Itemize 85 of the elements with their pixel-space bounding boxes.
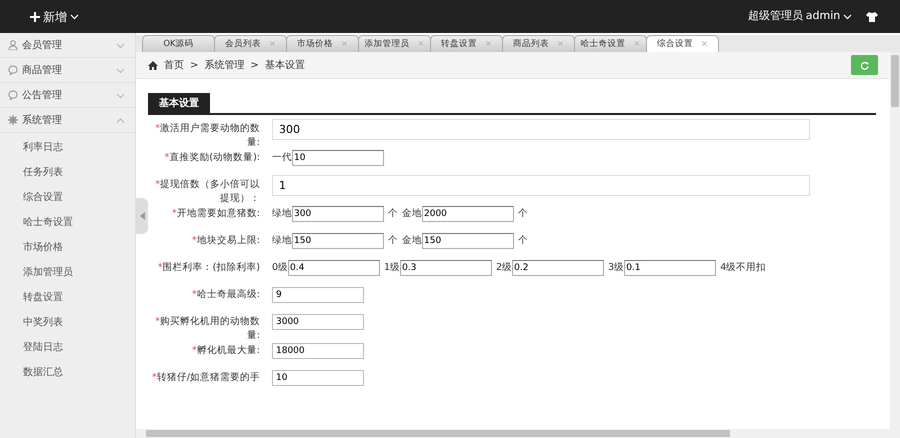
input-field[interactable]: 9 — [272, 287, 364, 303]
input-field[interactable]: 1 — [272, 175, 810, 196]
input-field[interactable]: 18000 — [272, 343, 364, 359]
sidebar-item[interactable]: 数据汇总 — [0, 360, 63, 385]
input-field[interactable]: 0.1 — [624, 260, 716, 276]
input-suffix: 个 — [388, 234, 398, 248]
input-field[interactable]: 10 — [292, 150, 384, 166]
sidebar-item[interactable]: 任务列表 — [0, 160, 63, 185]
field-label: *购买孵化机用的动物数量: — [154, 315, 261, 343]
input-prefix: 1级 — [384, 260, 400, 275]
collapse-handle[interactable] — [136, 198, 148, 234]
field-label: *提现倍数（多小倍可以提现）： — [154, 178, 261, 206]
plus-icon — [30, 12, 40, 22]
section-tab[interactable]: 基本设置 — [148, 93, 210, 115]
field-label: *孵化机最大量: — [191, 344, 261, 358]
vertical-scrollbar[interactable] — [890, 52, 900, 430]
input-field[interactable]: 300 — [292, 206, 384, 222]
breadcrumb-separator: > — [190, 58, 198, 72]
input-field[interactable]: 2000 — [422, 206, 514, 222]
user-menu[interactable]: admin — [806, 8, 852, 25]
tab[interactable]: OK源码 — [142, 35, 215, 52]
input-field[interactable]: 300 — [272, 119, 810, 140]
tab[interactable]: 综合设置 × — [646, 35, 719, 52]
input-suffix: 个 — [388, 206, 398, 221]
breadcrumb-item: 基本设置 — [264, 58, 305, 72]
input-prefix: 绿地 — [272, 234, 292, 248]
tshirt-icon[interactable] — [866, 12, 878, 22]
input-field[interactable]: 3000 — [272, 314, 364, 330]
caret-icon — [70, 13, 78, 20]
breadcrumb-item[interactable]: 系统管理 — [204, 58, 244, 72]
field-label: *开地需要如意猪数: — [171, 207, 261, 221]
input-field[interactable]: 150 — [422, 233, 514, 249]
input-suffix: 4级不用扣 — [720, 260, 766, 275]
tab[interactable]: 商品列表 × — [502, 35, 575, 52]
sidebar-item[interactable]: 添加管理员 — [0, 260, 73, 285]
sidebar-item[interactable]: 登陆日志 — [0, 335, 63, 360]
refresh-button[interactable] — [851, 55, 878, 75]
field-label: *围栏利率：(扣除利率) — [156, 261, 261, 275]
chat-icon — [8, 90, 18, 100]
sidebar-item[interactable]: 转盘设置 — [0, 285, 63, 310]
sidebar-item[interactable]: 中奖列表 — [0, 310, 63, 335]
sidebar-group[interactable]: 公告管理 — [0, 83, 135, 108]
tab[interactable]: 转盘设置 × — [430, 35, 503, 52]
input-prefix: 金地 — [402, 206, 422, 221]
sidebar-item[interactable]: 利率日志 — [0, 135, 63, 160]
input-field[interactable]: 10 — [272, 370, 364, 386]
home-icon — [148, 60, 158, 70]
sidebar-item[interactable]: 综合设置 — [0, 185, 63, 210]
input-suffix: 个 — [518, 234, 528, 248]
sidebar-group[interactable]: 商品管理 — [0, 58, 135, 83]
input-prefix: 3级 — [608, 260, 624, 275]
sidebar-group[interactable]: 会员管理 — [0, 33, 135, 58]
tab[interactable]: 添加管理员 × — [358, 35, 431, 52]
input-prefix: 一代 — [272, 150, 292, 165]
input-field[interactable]: 0.4 — [288, 260, 380, 276]
chat-icon — [8, 65, 18, 75]
tab[interactable]: 会员列表 × — [214, 35, 287, 52]
field-label: *直推奖励(动物数量): — [164, 151, 261, 165]
input-field[interactable]: 0.3 — [400, 260, 492, 276]
field-label: *地块交易上限: — [191, 234, 261, 248]
input-prefix: 2级 — [496, 260, 512, 275]
input-prefix: 0级 — [272, 260, 288, 275]
user-role: 超级管理员 — [748, 8, 804, 24]
horizontal-scrollbar[interactable] — [136, 429, 900, 438]
sidebar-item[interactable]: 市场价格 — [0, 235, 63, 260]
input-suffix: 个 — [518, 206, 528, 221]
refresh-icon — [860, 60, 869, 70]
sidebar-group[interactable]: 系统管理 — [0, 108, 135, 133]
breadcrumb-separator: > — [250, 58, 259, 72]
field-label: *激活用户需要动物的数量: — [154, 122, 261, 150]
input-field[interactable]: 0.2 — [512, 260, 604, 276]
caret-icon — [843, 13, 852, 20]
breadcrumb-item[interactable]: 首页 — [164, 58, 184, 72]
input-prefix: 绿地 — [272, 206, 292, 221]
field-label: *哈士奇最高级: — [191, 288, 261, 302]
left-triangle-icon — [140, 212, 144, 220]
sidebar-item[interactable]: 哈士奇设置 — [0, 210, 73, 235]
input-prefix: 金地 — [402, 234, 422, 248]
tab[interactable]: 哈士奇设置 × — [574, 35, 647, 52]
gear-icon — [8, 115, 18, 125]
field-label: *转猪仔/如意猪需要的手 — [151, 371, 261, 385]
input-field[interactable]: 150 — [292, 233, 384, 249]
add-button[interactable]: 新增 — [30, 8, 78, 26]
person-icon — [8, 40, 18, 50]
tab[interactable]: 市场价格 × — [286, 35, 359, 52]
